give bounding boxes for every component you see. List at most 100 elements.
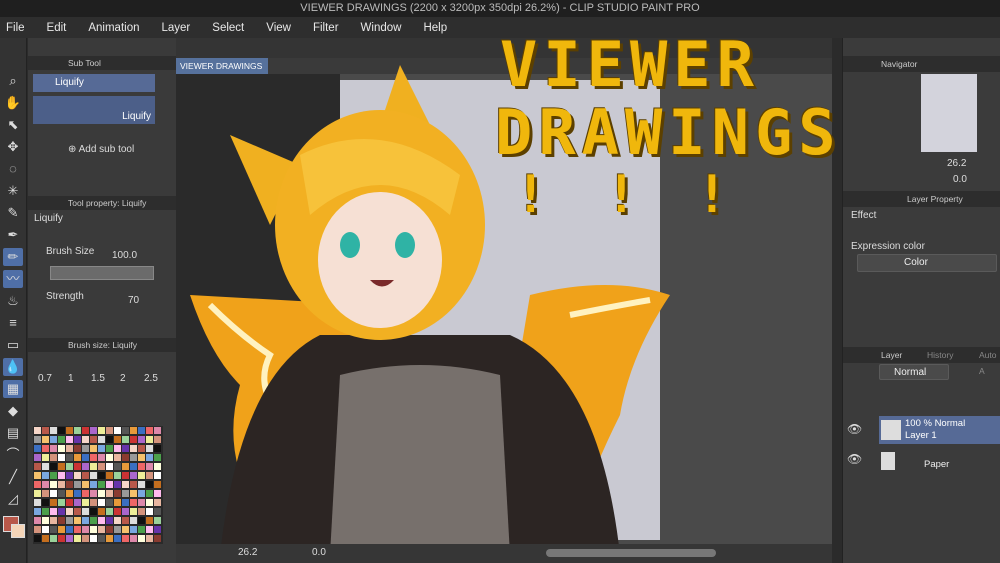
brush-size-preset[interactable]: 2 — [120, 373, 126, 384]
palette-swatch[interactable] — [82, 445, 89, 452]
blend-tool-icon[interactable]: 💧 — [3, 358, 23, 376]
palette-swatch[interactable] — [58, 490, 65, 497]
palette-swatch[interactable] — [58, 454, 65, 461]
palette-swatch[interactable] — [66, 472, 73, 479]
palette-swatch[interactable] — [82, 454, 89, 461]
eye-icon[interactable]: 👁 — [847, 452, 862, 466]
palette-swatch[interactable] — [130, 517, 137, 524]
brush-size-preset[interactable]: 0.7 — [38, 373, 52, 384]
palette-swatch[interactable] — [98, 481, 105, 488]
palette-swatch[interactable] — [66, 427, 73, 434]
palette-swatch[interactable] — [74, 445, 81, 452]
palette-swatch[interactable] — [122, 427, 129, 434]
navigator-preview[interactable] — [921, 74, 977, 152]
navigator-zoom[interactable]: 26.2 — [947, 158, 966, 169]
palette-swatch[interactable] — [66, 517, 73, 524]
palette-swatch[interactable] — [82, 535, 89, 542]
color-set-palette[interactable] — [33, 426, 163, 544]
palette-swatch[interactable] — [138, 481, 145, 488]
palette-swatch[interactable] — [106, 508, 113, 515]
palette-swatch[interactable] — [138, 490, 145, 497]
palette-swatch[interactable] — [98, 454, 105, 461]
palette-swatch[interactable] — [90, 436, 97, 443]
palette-swatch[interactable] — [90, 508, 97, 515]
palette-swatch[interactable] — [106, 481, 113, 488]
palette-swatch[interactable] — [98, 472, 105, 479]
brush-size-value[interactable]: 100.0 — [112, 250, 137, 261]
palette-swatch[interactable] — [34, 517, 41, 524]
palette-swatch[interactable] — [98, 490, 105, 497]
palette-swatch[interactable] — [58, 463, 65, 470]
palette-swatch[interactable] — [130, 472, 137, 479]
palette-swatch[interactable] — [82, 481, 89, 488]
palette-swatch[interactable] — [50, 535, 57, 542]
palette-swatch[interactable] — [138, 454, 145, 461]
palette-swatch[interactable] — [138, 535, 145, 542]
palette-swatch[interactable] — [34, 481, 41, 488]
palette-swatch[interactable] — [74, 535, 81, 542]
palette-swatch[interactable] — [98, 436, 105, 443]
palette-swatch[interactable] — [122, 535, 129, 542]
palette-swatch[interactable] — [90, 499, 97, 506]
palette-swatch[interactable] — [122, 517, 129, 524]
pencil-tool-icon[interactable]: ✏ — [3, 248, 23, 266]
palette-swatch[interactable] — [34, 454, 41, 461]
palette-swatch[interactable] — [58, 499, 65, 506]
palette-swatch[interactable] — [114, 463, 121, 470]
tab-auto-action[interactable]: Auto A — [979, 347, 1000, 379]
palette-swatch[interactable] — [122, 436, 129, 443]
expression-color-dropdown[interactable]: Color — [857, 254, 997, 272]
palette-swatch[interactable] — [66, 490, 73, 497]
palette-swatch[interactable] — [130, 427, 137, 434]
zoom-tool-icon[interactable]: ⌕ — [3, 72, 23, 90]
palette-swatch[interactable] — [106, 490, 113, 497]
palette-swatch[interactable] — [66, 436, 73, 443]
tab-history[interactable]: History — [927, 347, 953, 363]
palette-swatch[interactable] — [130, 499, 137, 506]
palette-swatch[interactable] — [34, 427, 41, 434]
palette-swatch[interactable] — [130, 454, 137, 461]
palette-swatch[interactable] — [58, 427, 65, 434]
palette-swatch[interactable] — [106, 436, 113, 443]
palette-swatch[interactable] — [58, 481, 65, 488]
eraser-icon[interactable]: ▭ — [3, 336, 23, 354]
palette-swatch[interactable] — [82, 517, 89, 524]
decoration-icon[interactable]: ≡ — [3, 314, 23, 332]
palette-swatch[interactable] — [58, 472, 65, 479]
balloon-icon[interactable]: ◿ — [3, 490, 23, 508]
palette-swatch[interactable] — [82, 436, 89, 443]
fill-tool-icon[interactable]: ▦ — [3, 380, 23, 398]
palette-swatch[interactable] — [90, 427, 97, 434]
palette-swatch[interactable] — [42, 454, 49, 461]
palette-swatch[interactable] — [42, 508, 49, 515]
palette-swatch[interactable] — [130, 436, 137, 443]
layer-row-paper[interactable]: Paper — [879, 448, 1000, 476]
palette-swatch[interactable] — [66, 508, 73, 515]
palette-swatch[interactable] — [50, 472, 57, 479]
palette-swatch[interactable] — [42, 427, 49, 434]
palette-swatch[interactable] — [74, 526, 81, 533]
tab-layer[interactable]: Layer — [881, 347, 902, 363]
menu-help[interactable]: Help — [423, 22, 447, 34]
palette-swatch[interactable] — [82, 463, 89, 470]
sub-color-swatch[interactable] — [11, 524, 25, 538]
palette-swatch[interactable] — [122, 454, 129, 461]
palette-swatch[interactable] — [58, 508, 65, 515]
palette-swatch[interactable] — [74, 436, 81, 443]
palette-swatch[interactable] — [130, 535, 137, 542]
palette-swatch[interactable] — [82, 508, 89, 515]
palette-swatch[interactable] — [42, 436, 49, 443]
palette-swatch[interactable] — [34, 463, 41, 470]
subtool-liquify-1[interactable]: Liquify — [33, 74, 155, 92]
palette-swatch[interactable] — [58, 517, 65, 524]
palette-swatch[interactable] — [66, 454, 73, 461]
status-zoom[interactable]: 26.2 — [238, 547, 257, 558]
horizontal-scrollbar[interactable] — [546, 549, 716, 557]
palette-swatch[interactable] — [82, 499, 89, 506]
move-tool-icon[interactable]: ✥ — [3, 138, 23, 156]
magic-wand-icon[interactable]: ✳ — [3, 182, 23, 200]
palette-swatch[interactable] — [130, 463, 137, 470]
eyedropper-icon[interactable]: ✎ — [3, 204, 23, 222]
palette-swatch[interactable] — [34, 445, 41, 452]
layer-row-selected[interactable]: 100 % Normal Layer 1 — [879, 416, 1000, 444]
